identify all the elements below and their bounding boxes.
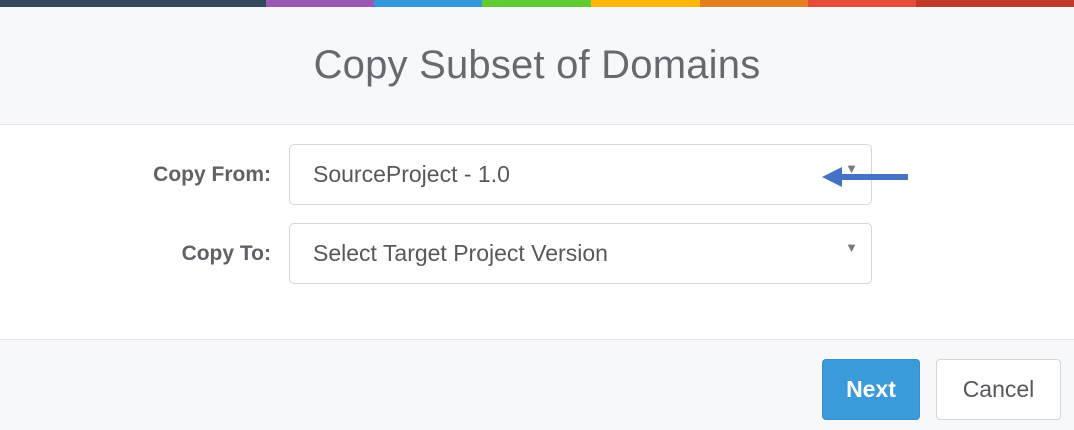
copy-to-row: Copy To: Select Target Project Version ▼	[0, 223, 1074, 285]
color-bar-segment	[916, 0, 1074, 7]
copy-from-selected-value: SourceProject - 1.0	[313, 161, 510, 187]
next-button[interactable]: Next	[822, 359, 920, 420]
copy-to-select[interactable]: Select Target Project Version ▼	[289, 223, 872, 284]
color-bar-segment	[0, 0, 266, 7]
cancel-button[interactable]: Cancel	[936, 359, 1061, 420]
color-bar-segment	[482, 0, 591, 7]
color-bar-segment	[808, 0, 916, 7]
color-bar-segment	[266, 0, 374, 7]
dialog-title: Copy Subset of Domains	[313, 43, 761, 87]
color-bar-segment	[374, 0, 482, 7]
left-arrow-annotation-icon	[822, 167, 908, 187]
copy-from-select[interactable]: SourceProject - 1.0 ▼	[289, 144, 908, 205]
copy-from-row: Copy From: SourceProject - 1.0 ▼	[0, 144, 1074, 206]
color-bar-segment	[700, 0, 808, 7]
copy-from-label: Copy From:	[153, 163, 271, 186]
copy-to-selected-value: Select Target Project Version	[313, 240, 608, 266]
dialog-footer: Next Cancel	[0, 339, 1074, 430]
dropdown-caret-icon: ▼	[845, 240, 858, 255]
top-color-bar	[0, 0, 1074, 7]
dialog-body: Copy From: SourceProject - 1.0 ▼ Copy To…	[0, 125, 1074, 339]
dialog-header: Copy Subset of Domains	[0, 7, 1074, 125]
copy-to-label: Copy To:	[181, 242, 271, 265]
dropdown-caret-icon: ▼	[845, 161, 858, 176]
color-bar-segment	[591, 0, 700, 7]
